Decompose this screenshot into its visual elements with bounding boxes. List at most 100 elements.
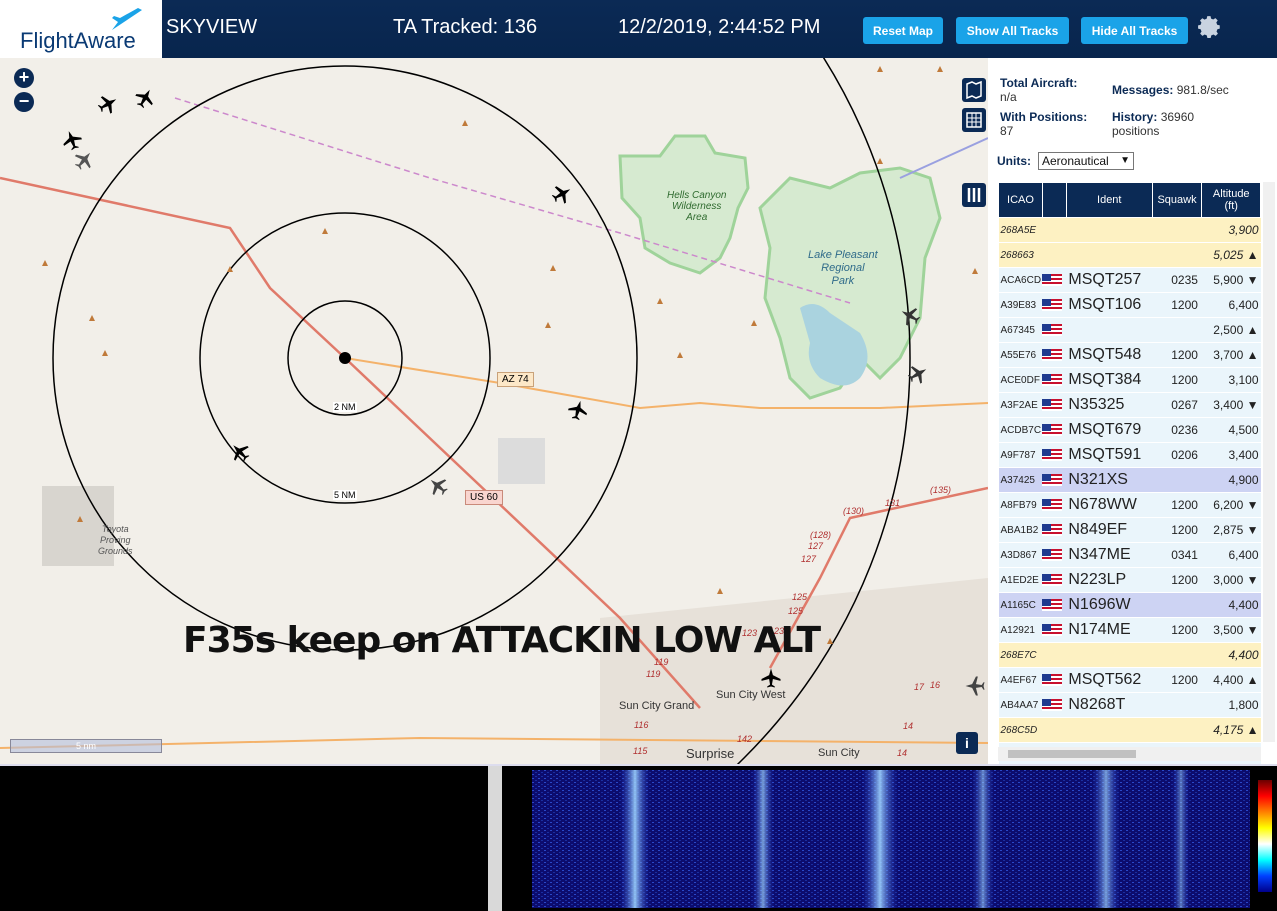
altitude-cell: 6,200 ▼ [1201,492,1261,518]
info-button[interactable]: i [956,732,978,754]
squawk-cell [1152,642,1202,668]
us-flag-icon [1042,599,1063,612]
aircraft-icon[interactable] [549,181,575,207]
table-row[interactable]: AB4AA7 N8268T 1,800 [998,692,1261,718]
altitude-cell: 3,400 [1201,442,1261,468]
table-row[interactable]: A39E83 MSQT106 1200 6,400 [998,292,1261,318]
chevron-down-icon: ▼ [1120,155,1130,166]
range-label-5nm: 5 NM [333,490,357,500]
ident-cell: N321XS [1066,467,1153,493]
col-icao[interactable]: ICAO [998,182,1043,218]
table-row[interactable]: A1165C N1696W 4,400 [998,592,1261,618]
table-horizontal-scrollbar[interactable] [998,747,1261,761]
table-row[interactable]: A3F2AE N35325 0267 3,400 ▼ [998,392,1261,418]
units-label: Units: [997,154,1031,168]
flag-cell [1042,267,1067,293]
table-row[interactable]: ACDB7C MSQT679 0236 4,500 [998,417,1261,443]
flag-cell [1042,242,1067,268]
aircraft-icon[interactable] [897,303,923,329]
us-flag-icon [1042,574,1063,587]
ident-cell: N174ME [1066,617,1153,643]
us-flag-icon [1042,299,1063,312]
table-row[interactable]: 268A5E 3,900 [998,217,1261,243]
us-flag-icon [1042,699,1063,712]
aircraft-icon[interactable] [424,472,452,500]
table-row[interactable]: A3D867 N347ME 0341 6,400 [998,542,1261,568]
aircraft-icon[interactable] [226,438,254,466]
table-row[interactable]: A12921 N174ME 1200 3,500 ▼ [998,617,1261,643]
grid-toggle-button[interactable] [962,108,986,132]
current-datetime: 12/2/2019, 2:44:52 PM [618,16,821,38]
units-select[interactable]: Aeronautical ▼ [1038,152,1134,170]
altitude-cell: 2,875 ▼ [1201,517,1261,543]
flag-cell [1042,417,1067,443]
us-flag-icon [1042,549,1063,562]
altitude-cell: 1,800 [1201,692,1261,718]
show-all-tracks-button[interactable]: Show All Tracks [956,17,1069,44]
aircraft-table-body: 268A5E 3,900 268663 5,025 ▲ ACA6CD MSQT257 023… [998,217,1261,764]
flightaware-logo[interactable]: FlightAware [0,0,162,58]
ident-cell: N1696W [1066,592,1153,618]
ident-cell: N849EF [1066,517,1153,543]
sun-city-west-label: Sun City West [716,689,786,701]
table-row[interactable]: A37425 N321XS 4,900 [998,467,1261,493]
reset-map-button[interactable]: Reset Map [863,17,943,44]
altitude-cell: 3,000 ▼ [1201,567,1261,593]
hells-canyon-label: Hells Canyon Wilderness Area [667,190,726,223]
flag-cell [1042,667,1067,693]
col-flag[interactable] [1041,182,1067,218]
flag-cell [1042,317,1067,343]
table-row[interactable]: A1ED2E N223LP 1200 3,000 ▼ [998,567,1261,593]
aircraft-icon[interactable] [965,676,985,696]
aircraft-icon[interactable] [905,361,931,387]
squawk-cell [1152,692,1202,718]
table-row[interactable]: A4EF67 MSQT562 1200 4,400 ▲ [998,667,1261,693]
stat-value: 981.8/sec [1176,83,1229,97]
table-row[interactable]: A8FB79 N678WW 1200 6,200 ▼ [998,492,1261,518]
stat-label: With Positions: [1000,110,1088,124]
table-row[interactable]: ABA1B2 N849EF 1200 2,875 ▼ [998,517,1261,543]
altitude-cell: 3,500 ▼ [1201,617,1261,643]
us-flag-icon [1042,274,1063,287]
table-row[interactable]: 268663 5,025 ▲ [998,242,1261,268]
squawk-cell: 1200 [1152,367,1202,393]
icao-cell: A8FB79 [998,492,1043,518]
panel-splitter[interactable] [488,766,502,911]
squawk-cell: 1200 [1152,617,1202,643]
flag-cell [1042,442,1067,468]
table-row[interactable]: A55E76 MSQT548 1200 3,700 ▲ [998,342,1261,368]
map-view[interactable]: 2 NM 5 NM AZ 74 US 60 Hells Canyon Wilde… [0,58,988,764]
table-row[interactable]: A9F787 MSQT591 0206 3,400 [998,442,1261,468]
us60-shield: US 60 [465,490,503,505]
map-layers-button[interactable] [962,78,986,102]
table-row[interactable]: ACA6CD MSQT257 0235 5,900 ▼ [998,267,1261,293]
col-ident[interactable]: Ident [1065,182,1153,218]
zoom-out-button[interactable]: − [14,92,34,112]
aircraft-icon[interactable] [761,668,781,688]
table-vertical-scrollbar[interactable] [1263,182,1275,742]
route-number: 125 [788,606,804,616]
zoom-in-button[interactable]: + [14,68,34,88]
gear-icon[interactable] [1197,14,1223,40]
us-flag-icon [1042,349,1063,362]
table-row[interactable]: ACE0DF MSQT384 1200 3,100 [998,367,1261,393]
ident-cell: N8268T [1066,692,1153,718]
table-row[interactable]: 268E7C 4,400 [998,642,1261,668]
aircraft-icon[interactable] [70,146,98,174]
us-flag-icon [1042,374,1063,387]
col-altitude[interactable]: Altitude (ft) [1201,182,1261,218]
table-row[interactable]: A67345 2,500 ▲ [998,317,1261,343]
aircraft-icon[interactable] [95,91,121,117]
table-row[interactable]: 268C5D 4,175 ▲ [998,717,1261,743]
scrollbar-thumb[interactable] [1008,750,1136,758]
aircraft-icon[interactable] [566,398,590,422]
map-icon [966,80,982,100]
aircraft-icon[interactable] [132,85,158,111]
hide-all-tracks-button[interactable]: Hide All Tracks [1081,17,1188,44]
col-squawk[interactable]: Squawk [1151,182,1203,218]
flag-cell [1042,342,1067,368]
altitude-cell: 4,500 [1201,417,1261,443]
column-toggle-button[interactable] [962,183,986,207]
flag-cell [1042,392,1067,418]
aircraft-icon[interactable] [59,127,85,153]
